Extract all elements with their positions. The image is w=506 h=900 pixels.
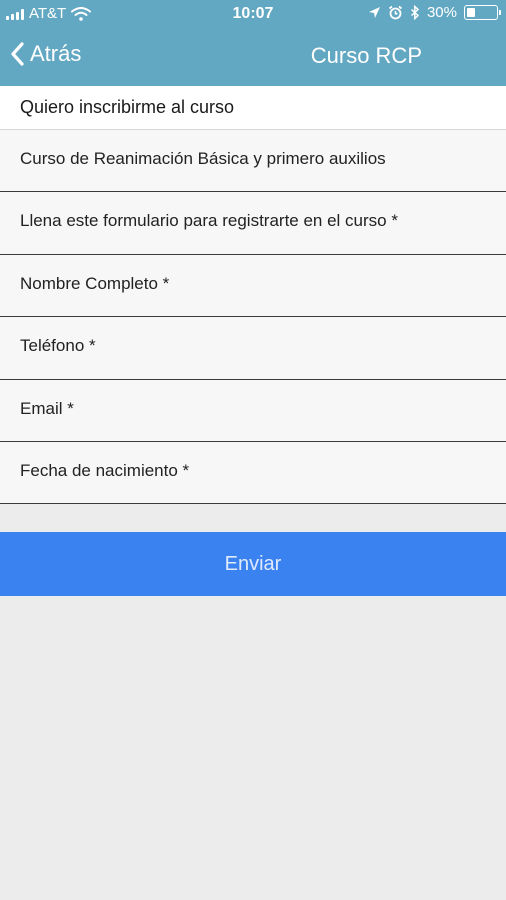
back-button[interactable]: Atrás xyxy=(10,41,81,67)
top-bar: AT&T 10:07 30% Atrás Curso RCP xyxy=(0,0,506,86)
status-bar: AT&T 10:07 30% xyxy=(0,0,506,28)
location-icon xyxy=(368,7,380,18)
battery-icon xyxy=(464,5,501,20)
page-title: Curso RCP xyxy=(310,43,422,68)
form-instructions-label: Llena este formulario para registrarte e… xyxy=(20,211,398,231)
alarm-icon xyxy=(388,5,403,20)
submit-button[interactable]: Enviar xyxy=(0,532,506,596)
full-name-placeholder: Nombre Completo * xyxy=(20,273,170,293)
form-section-header: Quiero inscribirme al curso xyxy=(0,86,506,130)
battery-percent: 30% xyxy=(426,4,457,21)
chevron-left-icon xyxy=(11,42,24,66)
back-label: Atrás xyxy=(30,41,82,66)
bluetooth-icon xyxy=(410,5,420,20)
phone-field[interactable]: Teléfono * xyxy=(0,317,506,380)
form-header-label: Quiero inscribirme al curso xyxy=(20,97,235,117)
course-name-label: Curso de Reanimación Básica y primero au… xyxy=(20,149,386,168)
email-placeholder: Email * xyxy=(20,398,74,418)
full-name-field[interactable]: Nombre Completo * xyxy=(0,254,506,318)
birth-date-field[interactable]: Fecha de nacimiento * xyxy=(0,441,506,505)
birth-date-placeholder: Fecha de nacimiento * xyxy=(20,460,190,480)
navigation-bar: Atrás Curso RCP xyxy=(0,32,506,82)
course-name-row: Curso de Reanimación Básica y primero au… xyxy=(0,130,506,193)
email-field[interactable]: Email * xyxy=(0,379,506,442)
phone-placeholder: Teléfono * xyxy=(20,336,96,356)
form-instructions-row: Llena este formulario para registrarte e… xyxy=(0,192,506,255)
form-rows: Curso de Reanimación Básica y primero au… xyxy=(0,130,506,505)
